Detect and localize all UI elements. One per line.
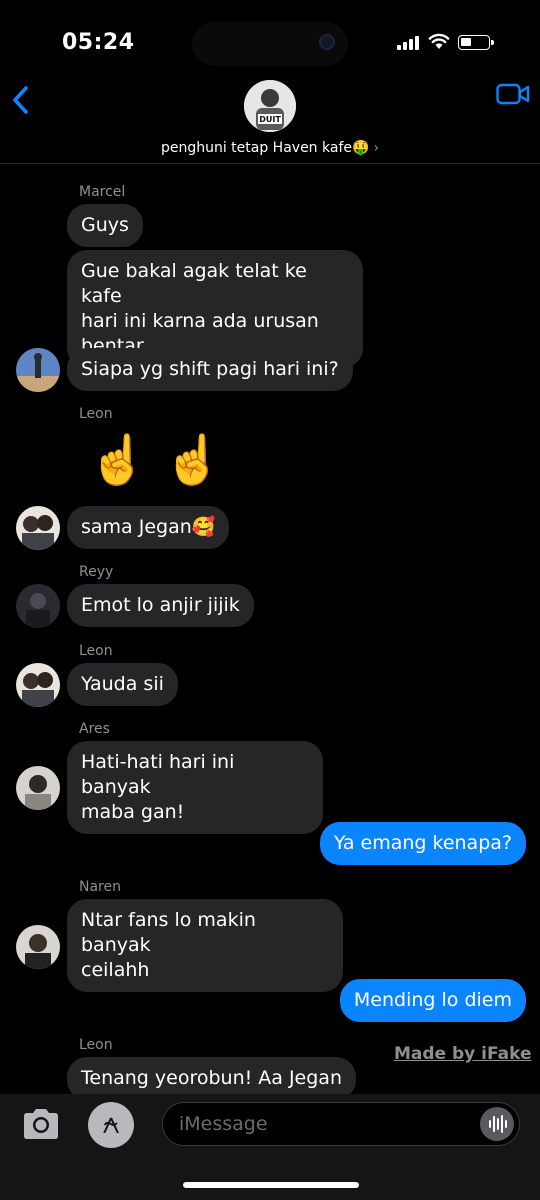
camera-icon[interactable] <box>20 1106 62 1142</box>
message-line: Ntar fans lo makin banyak <box>81 909 256 956</box>
sender-name: Ares <box>79 721 110 737</box>
avatar-image <box>16 506 60 550</box>
message-line: ceilahh <box>81 959 150 981</box>
sender-name: Leon <box>79 406 113 422</box>
avatar-image <box>16 925 60 969</box>
avatar-reyy[interactable] <box>16 584 60 628</box>
message-input-placeholder: iMessage <box>179 1113 268 1135</box>
home-indicator[interactable] <box>183 1182 359 1188</box>
message-bubble[interactable]: Hati-hati hari ini banyak maba gan! <box>67 741 323 834</box>
group-avatar[interactable]: DUIT <box>244 80 296 132</box>
sender-name: Reyy <box>79 564 114 580</box>
message-input[interactable]: iMessage <box>162 1102 520 1146</box>
avatar-leon[interactable] <box>16 663 60 707</box>
input-bar: ⍲ iMessage <box>0 1094 540 1200</box>
avatar-image <box>16 663 60 707</box>
message-bubble-outgoing[interactable]: Mending lo diem <box>339 979 526 1022</box>
avatar-leon[interactable] <box>16 506 60 550</box>
group-emoji: 🤑 <box>352 140 370 156</box>
conversation-header: DUIT penghuni tetap Haven kafe🤑 › <box>0 76 540 164</box>
message-line: maba gan! <box>81 801 185 823</box>
avatar-text: DUIT <box>259 115 281 124</box>
avatar-ares[interactable] <box>16 766 60 810</box>
message-bubble[interactable]: Ntar fans lo makin banyak ceilahh <box>67 899 343 992</box>
battery-level-fill <box>461 38 471 46</box>
watermark: Made by iFake <box>394 1044 532 1064</box>
sender-name: Leon <box>79 1037 113 1053</box>
avatar-naren[interactable] <box>16 925 60 969</box>
message-bubble[interactable]: Yauda sii <box>67 663 178 706</box>
message-bubble[interactable]: Emot lo anjir jijik <box>67 584 254 627</box>
message-bubble-outgoing[interactable]: Ya emang kenapa? <box>319 822 526 865</box>
message-bubble[interactable]: Tenang yeorobun! Aa Jegan <box>67 1057 356 1094</box>
avatar-image <box>16 348 60 392</box>
app-store-button[interactable]: ⍲ <box>88 1102 134 1148</box>
sender-name: Marcel <box>79 184 126 200</box>
chevron-right-icon: › <box>373 140 380 156</box>
app-store-icon: ⍲ <box>102 1106 120 1141</box>
message-list[interactable]: Marcel Guys Gue bakal agak telat ke kafe… <box>0 164 540 1094</box>
facetime-video-icon[interactable] <box>496 82 530 106</box>
avatar-marcel[interactable] <box>16 348 60 392</box>
group-avatar-image: DUIT <box>244 80 296 132</box>
message-line: hari ini karna ada urusan <box>81 310 319 332</box>
sender-name: Leon <box>79 643 113 659</box>
waveform-icon <box>489 1115 507 1133</box>
emoji-message[interactable]: ☝️ ☝️ <box>88 430 223 490</box>
message-line: Gue bakal agak telat ke kafe <box>81 260 307 307</box>
sender-name: Naren <box>79 879 121 895</box>
message-bubble[interactable]: Siapa yg shift pagi hari ini? <box>67 348 353 391</box>
back-chevron-icon[interactable] <box>6 80 36 120</box>
battery-icon <box>458 35 490 50</box>
battery-tip <box>491 40 494 45</box>
status-time: 05:24 <box>62 30 135 55</box>
message-bubble[interactable]: sama Jegan🥰 <box>67 506 230 549</box>
group-name: penghuni tetap Haven kafe <box>160 140 352 156</box>
message-line: Hati-hati hari ini banyak <box>81 751 235 798</box>
avatar-image <box>16 766 60 810</box>
status-bar: 05:24 <box>0 0 540 80</box>
cellular-signal-icon <box>397 36 423 50</box>
message-bubble[interactable]: Guys <box>67 204 143 247</box>
audio-message-button[interactable] <box>480 1107 514 1141</box>
front-camera-icon <box>319 34 335 50</box>
wifi-icon <box>428 33 450 49</box>
avatar-image <box>16 584 60 628</box>
group-title[interactable]: penghuni tetap Haven kafe🤑 › <box>0 140 540 156</box>
